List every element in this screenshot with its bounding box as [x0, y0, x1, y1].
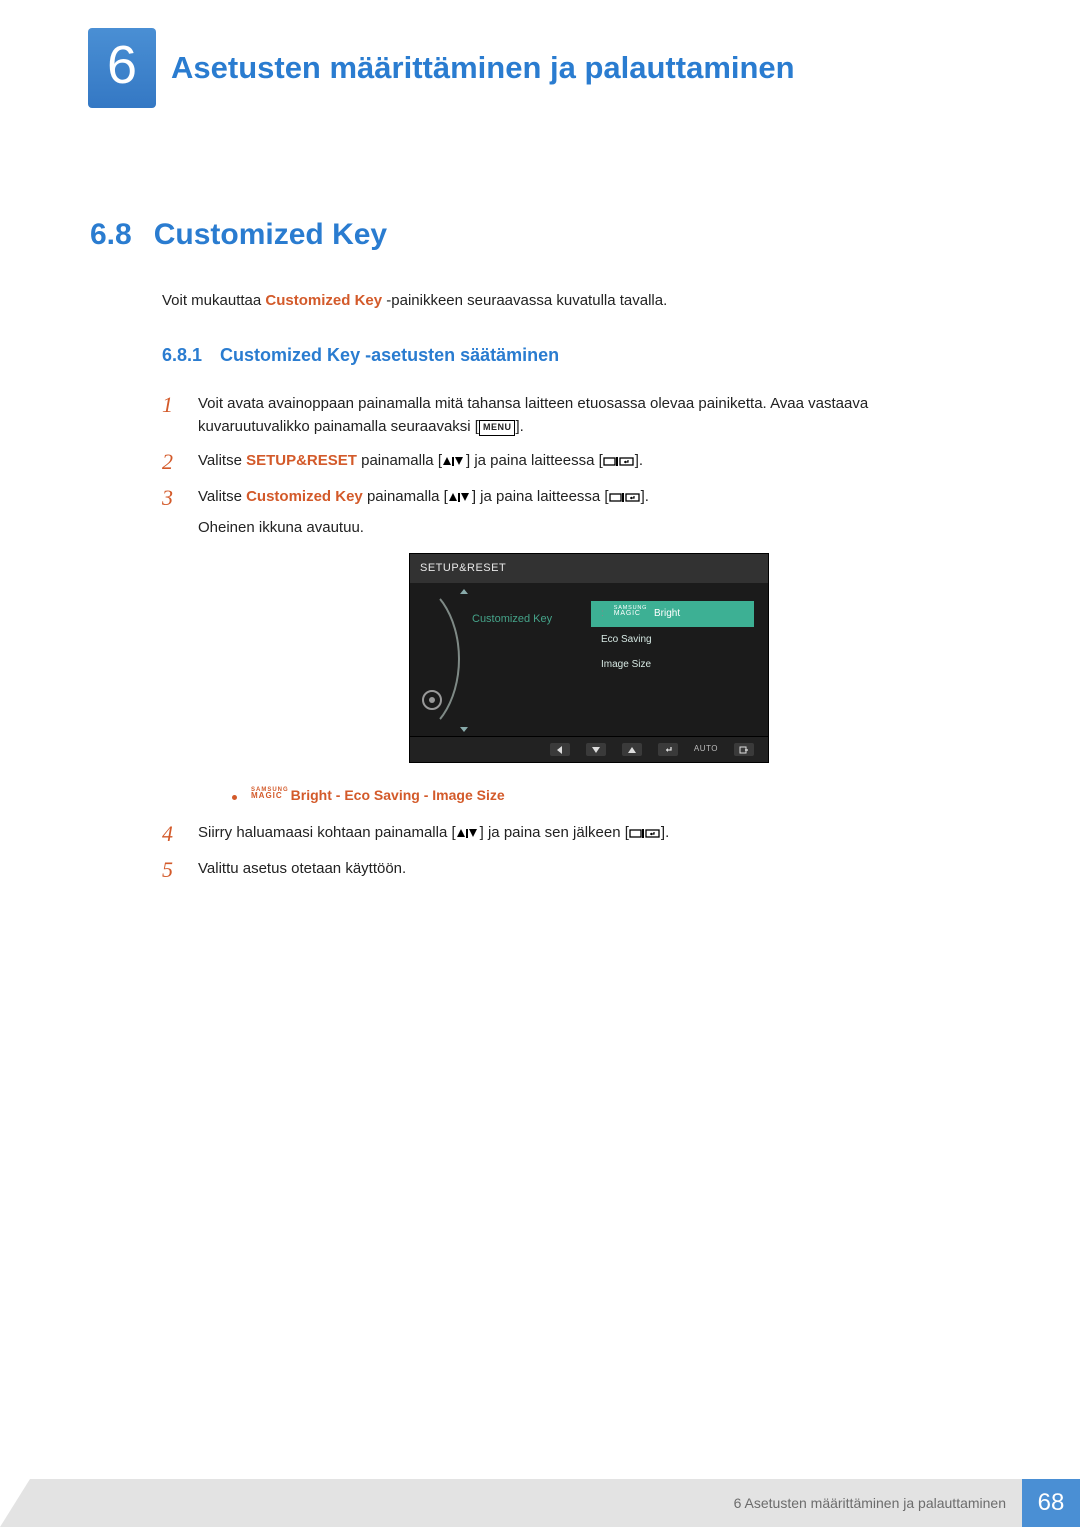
- step-body: Valitse SETUP&RESET painamalla [] ja pai…: [198, 449, 980, 475]
- up-down-icon: [448, 488, 472, 505]
- chevron-down-icon: [460, 727, 468, 732]
- step-2: 2 Valitse SETUP&RESET painamalla [] ja p…: [162, 449, 980, 475]
- source-enter-icon: [603, 452, 635, 469]
- osd-footer: AUTO: [410, 736, 768, 762]
- osd-auto-label: AUTO: [694, 743, 718, 755]
- subsection-number: 6.8.1: [162, 345, 202, 366]
- option-bullet: SAMSUNGMAGICBright - Eco Saving - Image …: [232, 787, 1080, 803]
- subsection-heading: 6.8.1 Customized Key -asetusten säätämin…: [162, 345, 1080, 366]
- osd-title: SETUP&RESET: [410, 554, 768, 583]
- osd-nav-down-icon: [586, 743, 606, 756]
- osd-left-label: Customized Key: [472, 611, 575, 628]
- osd-option-selected: : SAMSUNGMAGIC Bright: [591, 601, 754, 627]
- intro-after: -painikkeen seuraavassa kuvatulla tavall…: [382, 292, 667, 309]
- step-body: Valittu asetus otetaan käyttöön.: [198, 857, 980, 883]
- step-body: Voit avata avainoppaan painamalla mitä t…: [198, 392, 980, 439]
- osd-nav-up-icon: [622, 743, 642, 756]
- chapter-number-badge: 6: [88, 28, 156, 108]
- step-3-extra: Oheinen ikkuna avautuu.: [198, 516, 980, 539]
- step-4: 4 Siirry haluamaasi kohtaan painamalla […: [162, 821, 980, 847]
- section-title: Customized Key: [154, 218, 387, 252]
- footer-cap-icon: [0, 1479, 94, 1527]
- source-enter-icon: [609, 488, 641, 505]
- section-heading: 6.8 Customized Key: [90, 218, 1080, 252]
- up-down-icon: [456, 824, 480, 841]
- osd-option: Image Size: [591, 652, 754, 678]
- gear-icon: [420, 688, 444, 712]
- bullet-icon: [232, 795, 237, 800]
- footer-text: 6 Asetusten määrittäminen ja palauttamin…: [94, 1479, 1022, 1527]
- step-number: 2: [162, 449, 180, 475]
- source-enter-icon: [629, 824, 661, 841]
- page-number: 68: [1022, 1479, 1080, 1527]
- osd-exit-icon: [734, 743, 754, 756]
- chapter-title: Asetusten määrittäminen ja palauttaminen: [171, 50, 795, 86]
- menu-icon: MENU: [479, 420, 516, 436]
- step-number: 5: [162, 857, 180, 883]
- osd-nav-left-icon: [550, 743, 570, 756]
- step-5: 5 Valittu asetus otetaan käyttöön.: [162, 857, 980, 883]
- osd-arc-icon: [350, 579, 460, 739]
- intro-paragraph: Voit mukauttaa Customized Key -painikkee…: [162, 292, 1080, 309]
- intro-strong: Customized Key: [265, 292, 382, 309]
- chapter-header: 6 Asetusten määrittäminen ja palauttamin…: [0, 0, 1080, 138]
- page-footer: 6 Asetusten määrittäminen ja palauttamin…: [0, 1479, 1080, 1527]
- step-body: Siirry haluamaasi kohtaan painamalla [] …: [198, 821, 980, 847]
- step-number: 1: [162, 392, 180, 439]
- step-1: 1 Voit avata avainoppaan painamalla mitä…: [162, 392, 980, 439]
- osd-enter-icon: [658, 743, 678, 756]
- samsung-magic-icon: SAMSUNGMAGIC: [251, 788, 289, 799]
- osd-option: Eco Saving: [591, 627, 754, 653]
- up-down-icon: [442, 452, 466, 469]
- section-number: 6.8: [90, 218, 132, 252]
- step-number: 4: [162, 821, 180, 847]
- step-body: Valitse Customized Key painamalla [] ja …: [198, 485, 980, 778]
- intro-before: Voit mukauttaa: [162, 292, 265, 309]
- step-number: 3: [162, 485, 180, 778]
- subsection-title: Customized Key -asetusten säätäminen: [220, 345, 559, 366]
- chevron-up-icon: [460, 589, 468, 594]
- step-3: 3 Valitse Customized Key painamalla [] j…: [162, 485, 980, 778]
- osd-screenshot: SETUP&RESET Customized Key : SAMSUNGMAGI…: [409, 553, 769, 763]
